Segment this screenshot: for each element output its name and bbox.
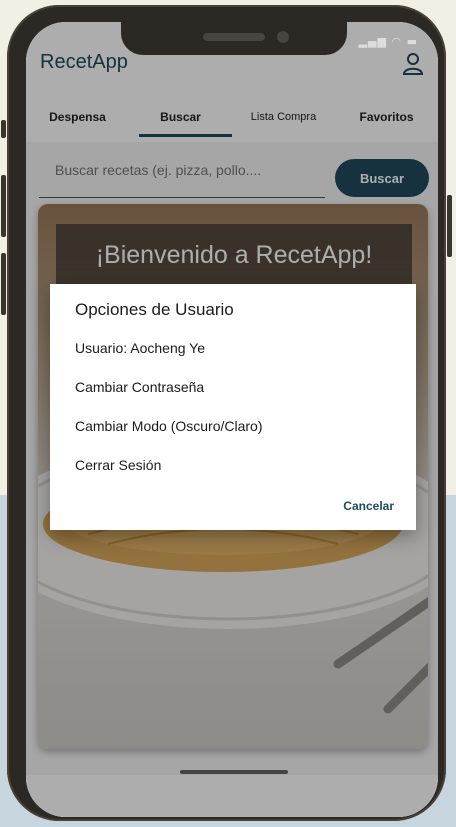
home-indicator[interactable]	[180, 770, 288, 774]
signal-icon: ▂▄▆	[358, 35, 387, 48]
side-button-left-3	[1, 253, 6, 315]
wifi-icon: ◠	[391, 35, 403, 48]
side-button-left-1	[1, 120, 6, 138]
front-camera	[277, 31, 289, 43]
side-button-left-2	[1, 175, 6, 237]
cancel-button[interactable]: Cancelar	[343, 499, 394, 513]
dialog-item-cerrar-sesion[interactable]: Cerrar Sesión	[75, 457, 161, 473]
dialog-item-cambiar-contrasena[interactable]: Cambiar Contraseña	[75, 379, 204, 395]
dialog-item-usuario[interactable]: Usuario: Aocheng Ye	[75, 340, 205, 356]
user-options-dialog: Opciones de Usuario Usuario: Aocheng Ye …	[50, 284, 416, 530]
side-button-right	[447, 195, 452, 257]
phone-frame: ▂▄▆ ◠ ▬ RecetApp Despensa Buscar Lista C…	[1, 5, 452, 821]
dialog-item-cambiar-modo[interactable]: Cambiar Modo (Oscuro/Claro)	[75, 418, 263, 434]
phone-screen: ▂▄▆ ◠ ▬ RecetApp Despensa Buscar Lista C…	[26, 22, 438, 817]
status-bar: ▂▄▆ ◠ ▬	[359, 35, 418, 48]
speaker	[203, 33, 265, 41]
notch	[121, 22, 347, 55]
battery-icon: ▬	[406, 35, 418, 48]
dialog-title: Opciones de Usuario	[75, 300, 234, 319]
